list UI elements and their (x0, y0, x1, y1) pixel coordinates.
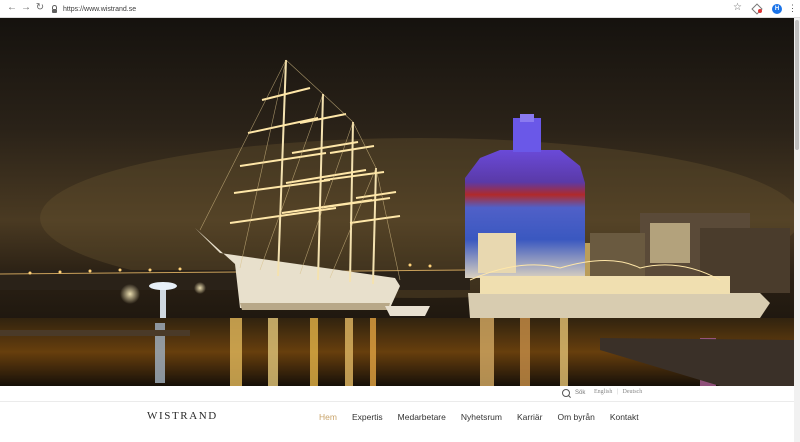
nav-item-expertis[interactable]: Expertis (352, 412, 383, 422)
main-nav: Hem Expertis Medarbetare Nyhetsrum Karri… (319, 412, 654, 422)
language-switcher: English | Deutsch (594, 389, 642, 395)
page-scrollbar[interactable] (794, 18, 800, 442)
language-separator: | (616, 389, 619, 395)
search-button[interactable]: Sök (562, 389, 585, 397)
language-link-english[interactable]: English (594, 389, 612, 395)
lock-icon (52, 4, 57, 13)
harbor-night-photo (0, 18, 794, 386)
address-bar[interactable]: https://www.wistrand.se (48, 2, 724, 16)
nav-item-medarbetare[interactable]: Medarbetare (398, 412, 446, 422)
nav-item-om-byran[interactable]: Om byrån (557, 412, 594, 422)
address-url[interactable]: https://www.wistrand.se (63, 6, 136, 13)
forward-arrow-icon[interactable]: → (20, 2, 32, 14)
back-arrow-icon[interactable]: ← (6, 2, 18, 14)
scrollbar-thumb[interactable] (795, 20, 799, 150)
browser-menu-icon[interactable]: ⋮ (788, 2, 797, 14)
site-header: WISTRAND Hem Expertis Medarbetare Nyhets… (0, 402, 794, 442)
bookmark-star-icon[interactable]: ☆ (733, 2, 742, 14)
site-logo[interactable]: WISTRAND (147, 410, 218, 422)
search-label: Sök (575, 390, 586, 396)
nav-item-nyhetsrum[interactable]: Nyhetsrum (461, 412, 502, 422)
utility-bar: Sök English | Deutsch (0, 386, 794, 402)
browser-toolbar: ← → ↻ https://www.wistrand.se ☆ H ⋮ (0, 0, 800, 18)
extension-icon[interactable] (752, 3, 762, 13)
nav-item-karriar[interactable]: Karriär (517, 412, 543, 422)
language-link-deutsch[interactable]: Deutsch (623, 389, 643, 395)
reload-icon[interactable]: ↻ (34, 2, 46, 14)
search-icon (562, 389, 570, 397)
nav-item-kontakt[interactable]: Kontakt (610, 412, 639, 422)
profile-avatar[interactable]: H (772, 4, 782, 14)
nav-item-hem[interactable]: Hem (319, 412, 337, 422)
hero-image (0, 18, 794, 386)
